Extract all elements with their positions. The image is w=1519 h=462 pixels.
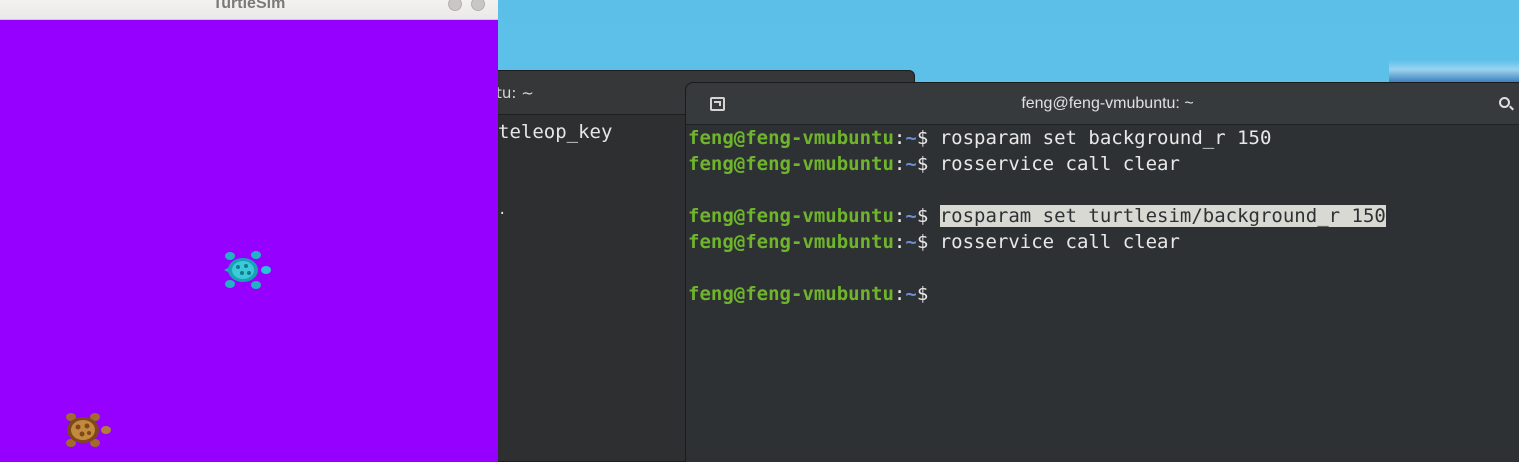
terminal-active-prompt[interactable]: feng@feng-vmubuntu:~$	[688, 281, 1519, 307]
prompt-symbol: $	[916, 231, 940, 253]
prompt-path: ~	[905, 127, 917, 149]
prompt-symbol: $	[916, 283, 940, 305]
turtlesim-window[interactable]: TurtleSim	[0, 0, 498, 462]
prompt-colon: :	[893, 231, 906, 253]
turtle-teal-icon	[224, 251, 271, 289]
terminal-line: feng@feng-vmubuntu:~$ rosparam set backg…	[688, 125, 1519, 151]
turtle-brown-icon	[66, 413, 111, 447]
terminal-window[interactable]: feng@feng-vmubuntu: ~ feng@feng-vmubuntu…	[685, 82, 1519, 462]
prompt-user: feng@feng-vmubuntu	[688, 127, 894, 149]
prompt-colon: :	[893, 153, 906, 175]
prompt-colon: :	[893, 283, 906, 305]
prompt-path: ~	[905, 153, 917, 175]
turtlesim-title: TurtleSim	[212, 0, 286, 12]
background-terminal-title: tu: ~	[496, 84, 534, 102]
prompt-path: ~	[905, 231, 917, 253]
prompt-user: feng@feng-vmubuntu	[688, 283, 894, 305]
search-icon[interactable]	[1499, 97, 1510, 108]
command-text: rosservice call clear	[939, 153, 1180, 175]
prompt-path: ~	[905, 205, 917, 227]
command-text: rosservice call clear	[939, 231, 1180, 253]
prompt-colon: :	[893, 205, 906, 227]
terminal-line: feng@feng-vmubuntu:~$ rosservice call cl…	[688, 151, 1519, 177]
terminal-output[interactable]: feng@feng-vmubuntu:~$ rosparam set backg…	[686, 125, 1519, 307]
terminal-line: feng@feng-vmubuntu:~$ rosservice call cl…	[688, 229, 1519, 255]
command-text: rosparam set background_r 150	[939, 127, 1272, 149]
prompt-symbol: $	[916, 153, 940, 175]
prompt-user: feng@feng-vmubuntu	[688, 153, 894, 175]
prompt-user: feng@feng-vmubuntu	[688, 205, 894, 227]
prompt-path: ~	[905, 283, 917, 305]
terminal-title: feng@feng-vmubuntu: ~	[1021, 95, 1194, 112]
turtlesim-canvas	[0, 20, 498, 462]
turtlesim-titlebar[interactable]: TurtleSim	[0, 0, 498, 20]
terminal-titlebar[interactable]: feng@feng-vmubuntu: ~	[686, 83, 1519, 125]
terminal-line: feng@feng-vmubuntu:~$ rosparam set turtl…	[688, 203, 1519, 229]
wallpaper-horizon	[1389, 60, 1519, 84]
prompt-symbol: $	[916, 127, 940, 149]
prompt-colon: :	[893, 127, 906, 149]
prompt-user: feng@feng-vmubuntu	[688, 231, 894, 253]
selected-command-text[interactable]: rosparam set turtlesim/background_r 150	[939, 205, 1386, 227]
prompt-symbol: $	[916, 205, 940, 227]
